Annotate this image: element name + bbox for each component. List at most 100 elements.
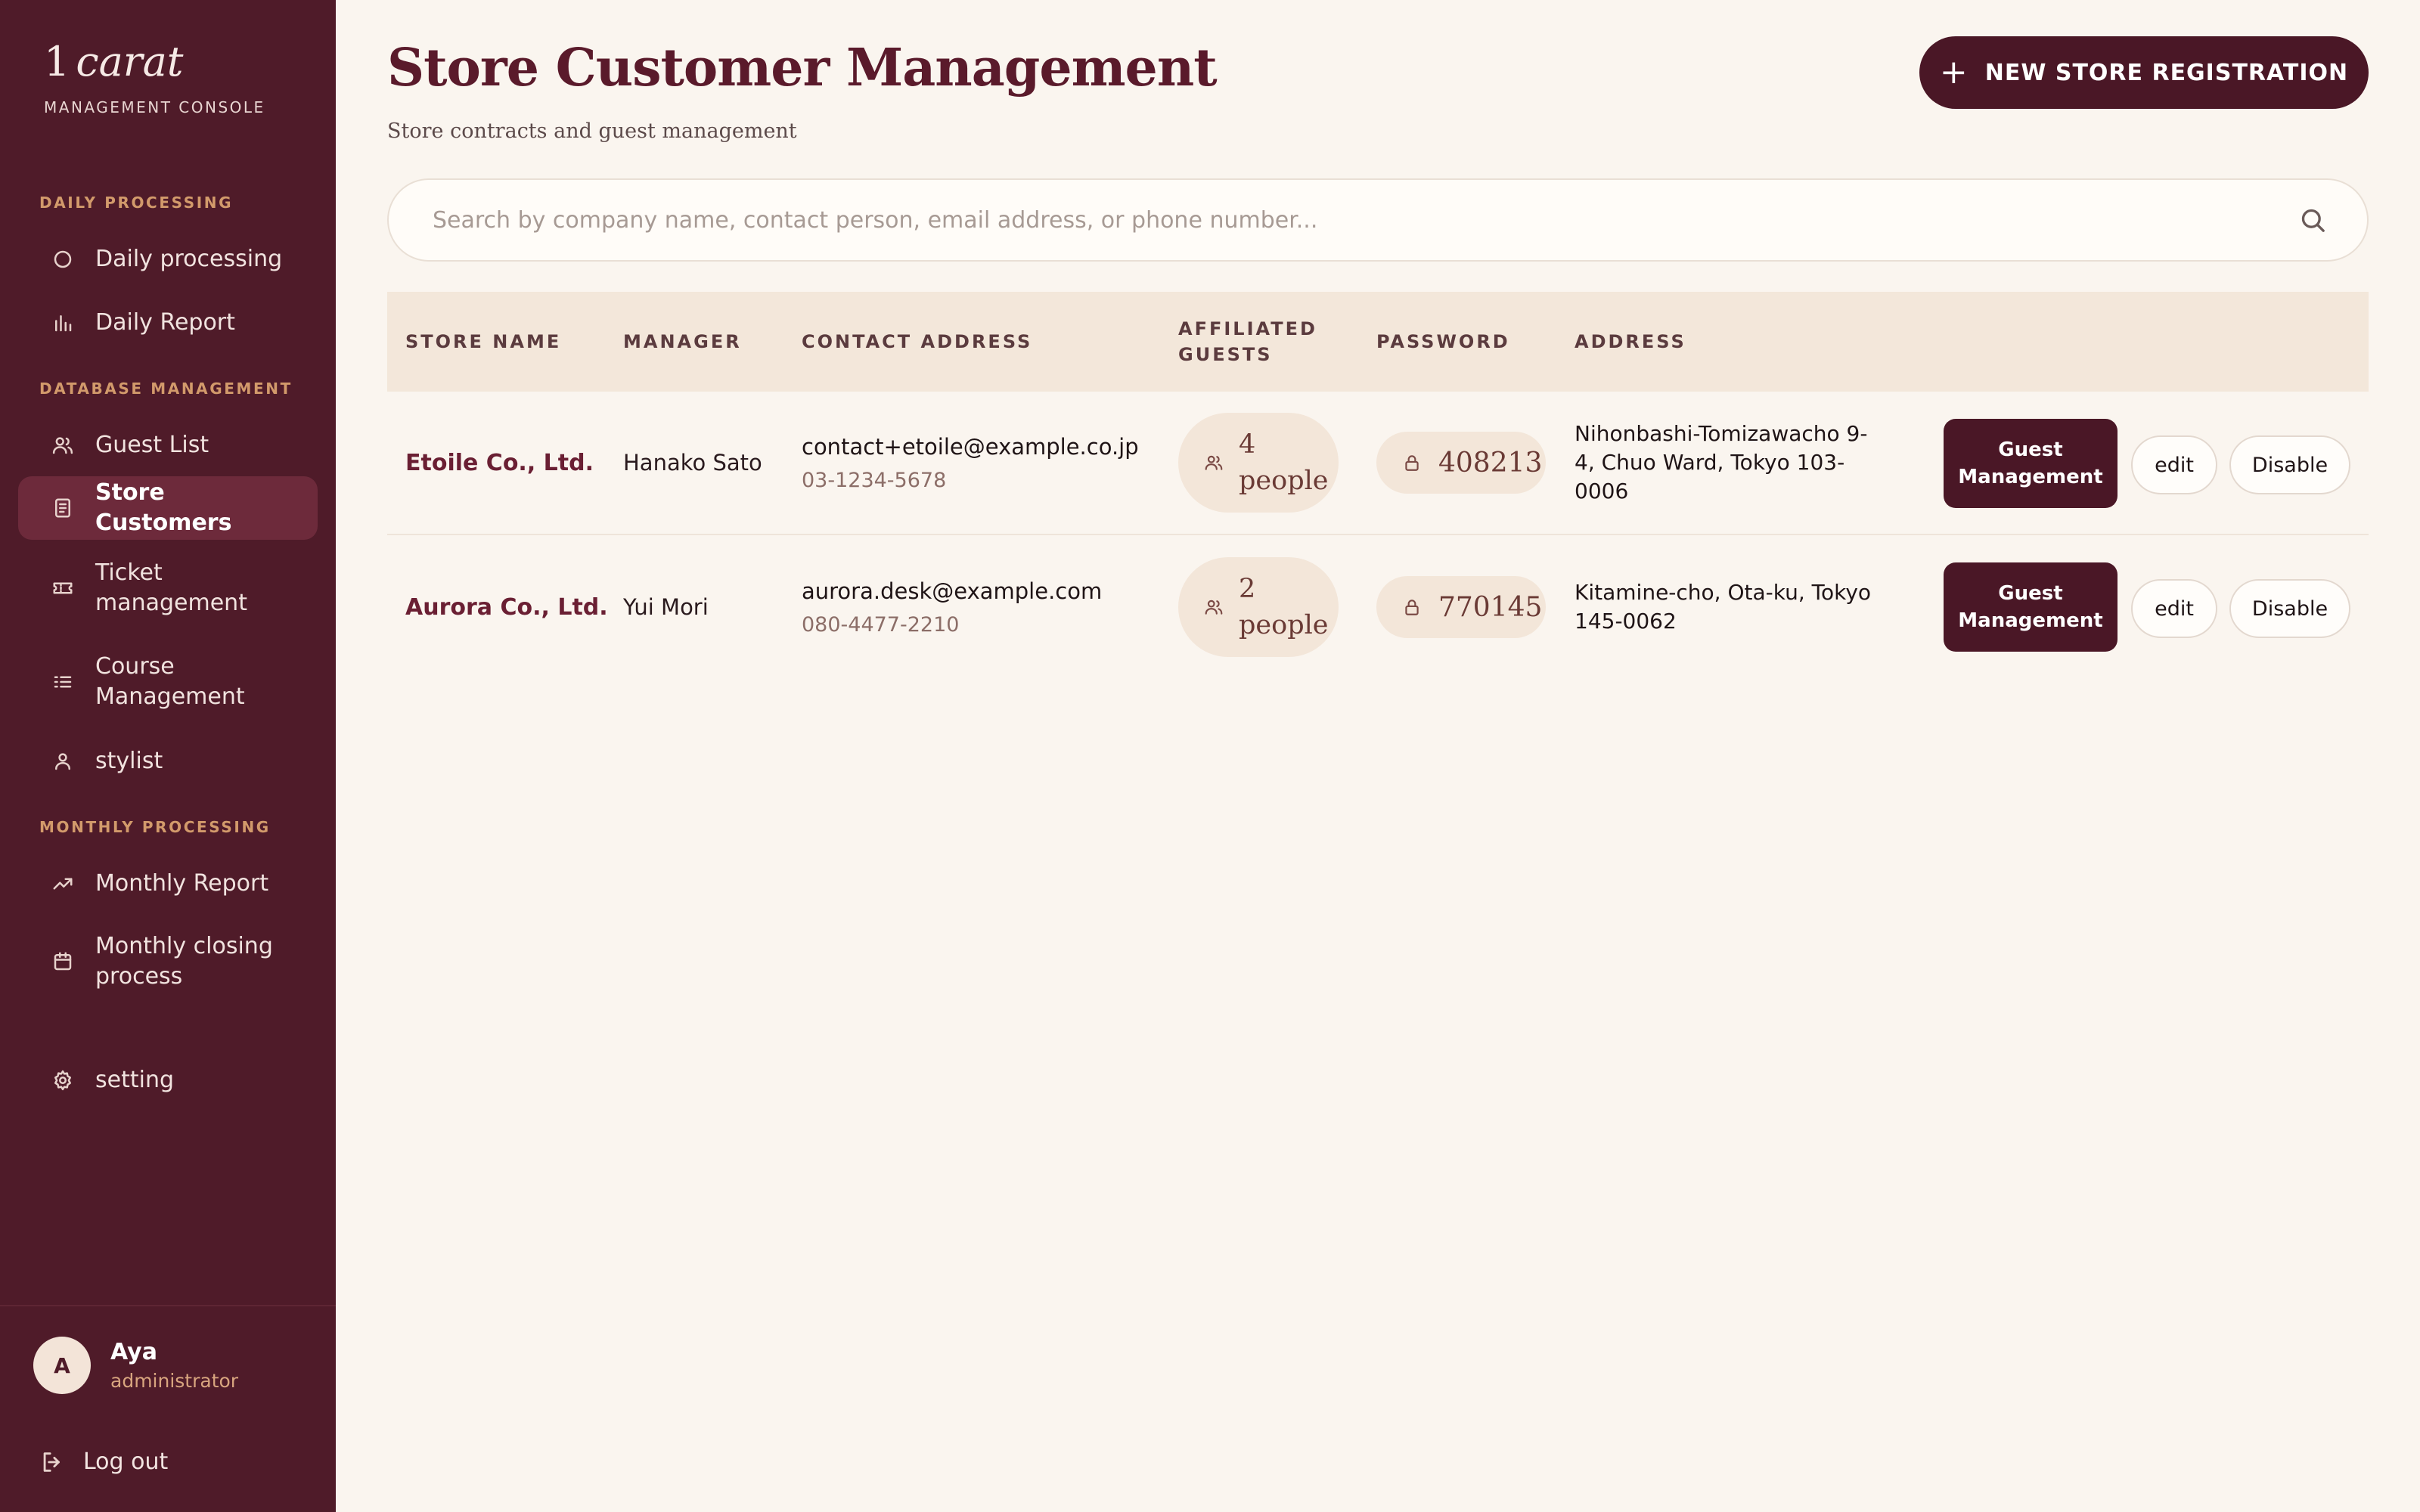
manager-name: Hanako Sato — [623, 450, 762, 476]
guests-cell: 4 people — [1178, 392, 1339, 534]
sidebar-item-stylist[interactable]: stylist — [18, 735, 318, 788]
avatar: A — [33, 1337, 91, 1394]
contact-phone: 080-4477-2210 — [802, 612, 960, 637]
address-text: Kitamine-cho, Ota-ku, Tokyo 145-0062 — [1575, 580, 1872, 634]
password-cell: 770145 — [1376, 535, 1546, 679]
store-name-link[interactable]: Etoile Co., Ltd. — [405, 392, 594, 534]
table-row: Etoile Co., Ltd. Hanako Sato contact+eto… — [387, 392, 2369, 535]
manager-name: Yui Mori — [623, 594, 709, 620]
column-header-manager: MANAGER — [623, 331, 742, 352]
sidebar-item-daily-processing[interactable]: Daily processing — [18, 233, 318, 286]
brand: 1 carat MANAGEMENT CONSOLE — [44, 35, 265, 116]
list-icon — [50, 669, 76, 695]
user-role: administrator — [110, 1370, 239, 1392]
section-label-database: DATABASE MANAGEMENT — [39, 380, 293, 398]
users-icon — [50, 432, 76, 458]
contact-phone: 03-1234-5678 — [802, 468, 947, 492]
gear-icon — [50, 1067, 76, 1093]
table-header: STORE NAME MANAGER CONTACT ADDRESS AFFIL… — [387, 292, 2369, 392]
sidebar-item-label: Ticket management — [95, 559, 247, 616]
edit-button[interactable]: edit — [2131, 435, 2217, 494]
new-store-registration-label: NEW STORE REGISTRATION — [1984, 59, 2349, 86]
guests-badge: 4 people — [1178, 413, 1339, 513]
sidebar-item-monthly-closing[interactable]: Monthly closing process — [18, 924, 318, 999]
calendar-icon — [50, 949, 76, 974]
disable-button[interactable]: Disable — [2229, 579, 2350, 638]
document-icon — [50, 495, 76, 521]
column-header-store-name: STORE NAME — [405, 331, 562, 352]
contact-cell: contact+etoile@example.co.jp 03-1234-567… — [802, 392, 1139, 534]
sidebar-item-label: Daily Report — [95, 309, 235, 336]
users-icon — [1205, 455, 1223, 470]
brand-number: 1 — [44, 38, 70, 85]
password-value: 770145 — [1438, 591, 1543, 623]
user-name: Aya — [110, 1339, 157, 1365]
user-icon — [50, 748, 76, 774]
column-header-contact: CONTACT ADDRESS — [802, 331, 1033, 352]
sidebar-item-daily-report[interactable]: Daily Report — [18, 296, 318, 349]
sidebar-item-label: setting — [95, 1067, 175, 1093]
sidebar-item-label: Daily processing — [95, 246, 283, 272]
sidebar-item-guest-list[interactable]: Guest List — [18, 419, 318, 472]
lock-icon — [1405, 455, 1419, 471]
plus-icon: + — [1939, 53, 1969, 91]
guests-count: 2 people — [1239, 574, 1329, 640]
sidebar-item-course-management[interactable]: Course Management — [18, 644, 318, 720]
password-cell: 408213 — [1376, 392, 1546, 534]
sidebar-item-monthly-report[interactable]: Monthly Report — [18, 857, 318, 910]
trending-up-icon — [50, 871, 76, 897]
section-label-monthly: MONTHLY PROCESSING — [39, 818, 271, 836]
store-name-link[interactable]: Aurora Co., Ltd. — [405, 535, 608, 679]
brand-subtitle: MANAGEMENT CONSOLE — [44, 98, 265, 116]
guest-management-button[interactable]: Guest Management — [1944, 562, 2118, 652]
guests-cell: 2 people — [1178, 535, 1339, 679]
guests-count: 4 people — [1239, 429, 1329, 496]
logout-icon — [43, 1452, 60, 1472]
logout-label: Log out — [83, 1448, 169, 1475]
logout-button[interactable]: Log out — [39, 1448, 168, 1475]
sidebar-divider — [0, 1305, 336, 1306]
sidebar-item-label: Store Customers — [95, 479, 232, 536]
table-row: Aurora Co., Ltd. Yui Mori aurora.desk@ex… — [387, 535, 2369, 679]
ticket-icon — [50, 575, 76, 601]
password-badge: 408213 — [1376, 432, 1546, 494]
contact-email: contact+etoile@example.co.jp — [802, 433, 1139, 460]
sidebar-item-store-customers[interactable]: Store Customers — [18, 476, 318, 540]
sidebar-item-ticket-management[interactable]: Ticket management — [18, 550, 318, 626]
sidebar-item-setting[interactable]: setting — [18, 1054, 318, 1107]
sidebar-item-label: Monthly closing process — [95, 933, 273, 990]
brand-word: carat — [76, 38, 184, 85]
bar-chart-icon — [50, 310, 76, 336]
sidebar-item-label: stylist — [95, 748, 163, 774]
column-header-address: ADDRESS — [1575, 331, 1686, 352]
contact-cell: aurora.desk@example.com 080-4477-2210 — [802, 535, 1102, 679]
password-value: 408213 — [1438, 447, 1543, 479]
page-title: Store Customer Management — [387, 38, 1218, 98]
page-subtitle: Store contracts and guest management — [387, 119, 797, 143]
brand-logo[interactable]: 1 carat — [44, 35, 265, 89]
lock-icon — [1405, 600, 1419, 615]
search-icon[interactable] — [2297, 205, 2328, 235]
column-header-password: PASSWORD — [1376, 331, 1510, 352]
guest-management-button[interactable]: Guest Management — [1944, 419, 2118, 508]
disable-button[interactable]: Disable — [2229, 435, 2350, 494]
sidebar-item-label: Course Management — [95, 653, 245, 710]
address-cell: Kitamine-cho, Ota-ku, Tokyo 145-0062 — [1575, 535, 1877, 679]
contact-email: aurora.desk@example.com — [802, 578, 1103, 604]
search-input[interactable] — [389, 180, 2297, 260]
edit-button[interactable]: edit — [2131, 579, 2217, 638]
circle-icon — [50, 246, 76, 272]
new-store-registration-button[interactable]: + NEW STORE REGISTRATION — [1919, 36, 2369, 109]
sidebar-item-label: Monthly Report — [95, 870, 269, 897]
user-card[interactable]: A Aya administrator — [33, 1337, 238, 1394]
guests-badge: 2 people — [1178, 557, 1339, 657]
user-meta: Aya administrator — [110, 1339, 238, 1392]
address-text: Nihonbashi-Tomizawacho 9-4, Chuo Ward, T… — [1575, 421, 1868, 503]
sidebar: 1 carat MANAGEMENT CONSOLE DAILY PROCESSI… — [0, 0, 336, 1512]
users-icon — [1205, 600, 1223, 615]
password-badge: 770145 — [1376, 576, 1546, 638]
search-box — [387, 178, 2369, 262]
sidebar-item-label: Guest List — [95, 432, 209, 458]
address-cell: Nihonbashi-Tomizawacho 9-4, Chuo Ward, T… — [1575, 392, 1877, 534]
section-label-daily: DAILY PROCESSING — [39, 194, 234, 212]
